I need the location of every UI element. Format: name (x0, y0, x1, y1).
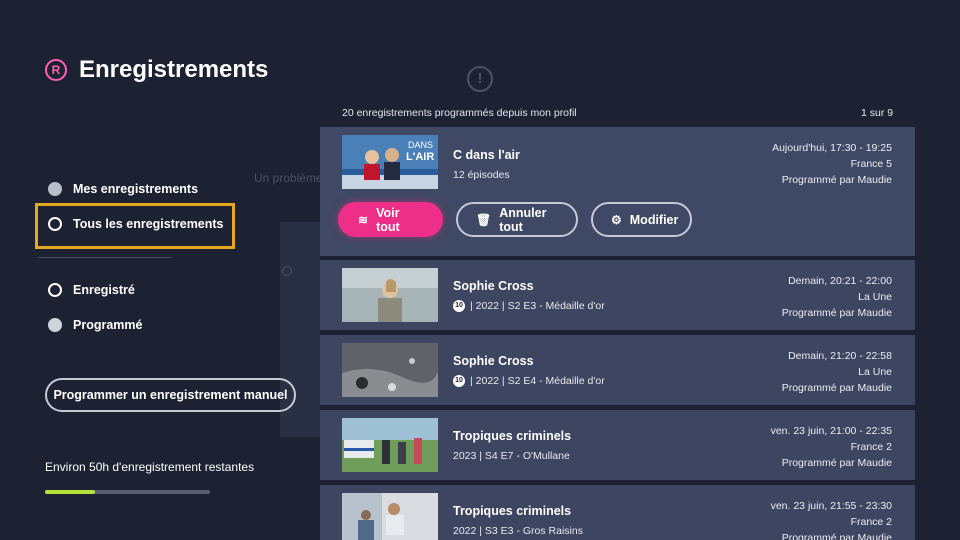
radio-icon (48, 318, 62, 332)
page-header: R Enregistrements (45, 56, 268, 84)
recording-details: 2023 | S4 E7 - O'Mullane (453, 450, 570, 462)
recording-subtitle: 12 épisodes (453, 169, 510, 181)
recording-subtitle: 10 | 2022 | S2 E3 - Médaille d'or (453, 300, 605, 312)
radio-icon (48, 283, 62, 297)
storage-progress-fill (45, 490, 95, 494)
svg-text:L'AIR: L'AIR (406, 151, 434, 163)
filter-label: Mes enregistrements (73, 182, 199, 196)
filter-label: Programmé (73, 318, 143, 332)
thumbnail-image (342, 418, 438, 472)
page-title: Enregistrements (79, 56, 269, 83)
recording-meta: ven. 23 juin, 21:55 - 23:30 France 2 Pro… (771, 498, 892, 540)
recording-channel: La Une (858, 291, 892, 303)
filter-programme[interactable]: Programmé (48, 318, 142, 332)
recording-meta: Demain, 21:20 - 22:58 La Une Programmé p… (782, 348, 892, 396)
thumbnail-image (342, 493, 438, 540)
recording-subtitle: 2023 | S4 E7 - O'Mullane (453, 450, 570, 462)
thumbnail-image (342, 343, 438, 397)
recording-time: Demain, 20:21 - 22:00 (788, 275, 892, 287)
recording-card[interactable]: Sophie Cross 10 | 2022 | S2 E4 - Médaill… (320, 335, 915, 405)
gear-icon: ⚙ (611, 212, 622, 227)
recording-channel: La Une (858, 366, 892, 378)
recording-time: Aujourd'hui, 17:30 - 19:25 (772, 142, 892, 154)
thumbnail-logo-text: DANS (408, 140, 433, 150)
recording-details: 2022 | S3 E3 - Gros Raisins (453, 525, 583, 537)
button-label: Voir tout (376, 205, 400, 234)
recording-subtitle: 10 | 2022 | S2 E4 - Médaille d'or (453, 375, 605, 387)
recording-meta: Demain, 20:21 - 22:00 La Une Programmé p… (782, 273, 892, 321)
storage-remaining-text: Environ 50h d'enregistrement restantes (45, 460, 255, 474)
filter-enregistre[interactable]: Enregistré (48, 283, 135, 297)
age-rating-icon: 10 (453, 375, 465, 387)
recording-channel: France 5 (850, 158, 892, 170)
trash-icon: 🗑 (476, 212, 492, 227)
filter-divider (38, 257, 172, 258)
thumbnail-image: DANS L'AIR (342, 135, 438, 189)
modifier-button[interactable]: ⚙ Modifier (591, 202, 692, 237)
card-actions: ≋ Voir tout 🗑 Annuler tout ⚙ Modifier (338, 202, 692, 237)
recording-card[interactable]: DANS L'AIR C dans l'air 12 épisodes Aujo… (320, 127, 915, 256)
recording-time: ven. 23 juin, 21:00 - 22:35 (770, 425, 892, 437)
warning-icon: ! (467, 66, 493, 92)
filter-label: Enregistré (73, 283, 135, 297)
registered-icon: R (45, 59, 67, 81)
annuler-tout-button[interactable]: 🗑 Annuler tout (456, 202, 578, 237)
recording-title: Sophie Cross (453, 279, 534, 293)
recording-owner: Programmé par Maudie (781, 457, 892, 469)
recording-meta: ven. 23 juin, 21:00 - 22:35 France 2 Pro… (771, 423, 892, 471)
page-indicator: 1 sur 9 (861, 107, 894, 119)
recording-title: Tropiques criminels (453, 429, 572, 443)
thumbnail-image (342, 268, 438, 322)
recording-owner: Programmé par Maudie (781, 307, 892, 319)
button-label: Modifier (629, 212, 679, 227)
recording-title: Sophie Cross (453, 354, 534, 368)
recording-time: ven. 23 juin, 21:55 - 23:30 (770, 500, 892, 512)
filter-tous-les-enregistrements[interactable]: Tous les enregistrements (48, 217, 224, 231)
recording-channel: France 2 (850, 516, 892, 528)
recordings-count: 20 enregistrements programmés depuis mon… (342, 107, 577, 119)
filter-label: Tous les enregistrements (73, 217, 224, 231)
recording-subtitle: 2022 | S3 E3 - Gros Raisins (453, 525, 583, 537)
background-radio (282, 266, 292, 276)
radio-icon (48, 217, 62, 231)
recording-meta: Aujourd'hui, 17:30 - 19:25 France 5 Prog… (772, 140, 892, 188)
recording-owner: Programmé par Maudie (781, 532, 892, 540)
recording-card[interactable]: Tropiques criminels 2023 | S4 E7 - O'Mul… (320, 410, 915, 480)
storage-progress-bar (45, 490, 210, 494)
episode-count: 12 épisodes (453, 169, 510, 181)
age-rating-icon: 10 (453, 300, 465, 312)
recording-title: Tropiques criminels (453, 504, 572, 518)
button-label: Annuler tout (499, 205, 547, 234)
filter-mes-enregistrements[interactable]: Mes enregistrements (48, 182, 198, 196)
recording-time: Demain, 21:20 - 22:58 (788, 350, 892, 362)
voir-tout-button[interactable]: ≋ Voir tout (338, 202, 443, 237)
background-error-text: Un problème (254, 171, 323, 185)
recording-card[interactable]: Tropiques criminels 2022 | S3 E3 - Gros … (320, 485, 915, 540)
recording-title: C dans l'air (453, 148, 520, 162)
recording-owner: Programmé par Maudie (781, 382, 892, 394)
recording-channel: France 2 (850, 441, 892, 453)
layers-icon: ≋ (358, 212, 369, 227)
recording-card[interactable]: Sophie Cross 10 | 2022 | S2 E3 - Médaill… (320, 260, 915, 330)
recording-details: | 2022 | S2 E3 - Médaille d'or (470, 300, 605, 312)
recording-owner: Programmé par Maudie (781, 174, 892, 186)
manual-recording-button[interactable]: Programmer un enregistrement manuel (45, 378, 296, 412)
radio-icon (48, 182, 62, 196)
recording-details: | 2022 | S2 E4 - Médaille d'or (470, 375, 605, 387)
